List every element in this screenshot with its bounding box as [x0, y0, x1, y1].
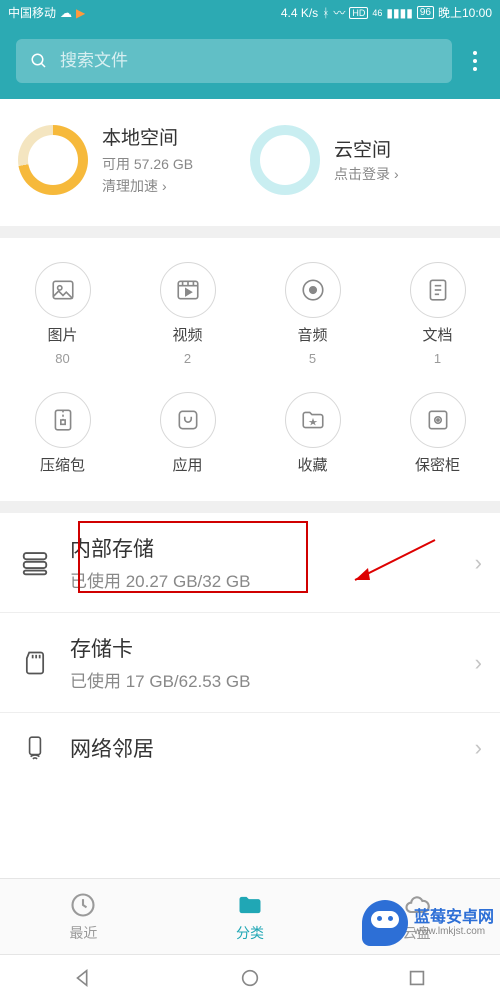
category-safe[interactable]: 保密柜	[375, 392, 500, 475]
cloud-title: 云空间	[334, 135, 399, 162]
video-app-icon: ▶	[76, 6, 85, 20]
hd-icon: HD	[349, 7, 368, 19]
search-area	[0, 25, 500, 99]
tab-category[interactable]: 分类	[167, 879, 334, 954]
storage-summary: 本地空间 可用 57.26 GB 清理加速 › 云空间 点击登录 ›	[0, 99, 500, 238]
tab-recent[interactable]: 最近	[0, 879, 167, 954]
chevron-right-icon: ›	[162, 178, 167, 194]
zip-icon	[50, 407, 76, 433]
weather-icon: ☁	[60, 6, 72, 20]
network-icon	[18, 733, 52, 763]
nav-back-button[interactable]	[72, 967, 94, 989]
category-favorites[interactable]: 收藏	[250, 392, 375, 475]
local-free: 可用 57.26 GB	[102, 154, 193, 174]
search-box[interactable]	[16, 39, 452, 83]
image-icon	[50, 277, 76, 303]
category-docs[interactable]: 文档 1	[375, 262, 500, 366]
chevron-right-icon: ›	[475, 550, 482, 576]
category-apps[interactable]: 应用	[125, 392, 250, 475]
video-icon	[175, 277, 201, 303]
storage-list: 内部存储 已使用 20.27 GB/32 GB › 存储卡 已使用 17 GB/…	[0, 513, 500, 783]
cleanup-link[interactable]: 清理加速 ›	[102, 176, 193, 196]
internal-storage-icon	[18, 548, 52, 578]
category-grid: 图片 80 视频 2 音频 5 文档 1 压缩包 应用 收藏 保密柜	[0, 238, 500, 513]
folder-icon	[236, 891, 264, 919]
net-speed: 4.4 K/s	[281, 6, 318, 20]
app-icon	[175, 407, 201, 433]
chevron-right-icon: ›	[475, 735, 482, 761]
signal-icon: ▮▮▮▮	[386, 6, 412, 20]
category-images[interactable]: 图片 80	[0, 262, 125, 366]
bluetooth-icon: ᚼ	[322, 6, 329, 20]
nav-recent-button[interactable]	[406, 967, 428, 989]
search-input[interactable]	[60, 51, 438, 71]
audio-icon	[300, 277, 326, 303]
chevron-right-icon: ›	[394, 166, 399, 182]
safe-icon	[425, 407, 451, 433]
clock-icon	[69, 891, 97, 919]
internal-storage-row[interactable]: 内部存储 已使用 20.27 GB/32 GB ›	[0, 513, 500, 612]
carrier: 中国移动	[8, 4, 56, 21]
watermark: 蓝莓安卓网 www.lmkjst.com	[362, 900, 494, 946]
clock: 晚上10:00	[438, 4, 492, 21]
signal-4g-icon: 46	[372, 8, 382, 18]
fav-folder-icon	[300, 407, 326, 433]
chevron-right-icon: ›	[475, 650, 482, 676]
doc-icon	[425, 277, 451, 303]
cloud-storage-card[interactable]: 云空间 点击登录 ›	[250, 123, 482, 196]
category-video[interactable]: 视频 2	[125, 262, 250, 366]
cloud-login-link[interactable]: 点击登录 ›	[334, 164, 399, 184]
vibrate-icon: 〰	[333, 4, 345, 21]
watermark-robot-icon	[362, 900, 408, 946]
local-storage-card[interactable]: 本地空间 可用 57.26 GB 清理加速 ›	[18, 123, 250, 196]
nav-home-button[interactable]	[239, 967, 261, 989]
sdcard-row[interactable]: 存储卡 已使用 17 GB/62.53 GB ›	[0, 612, 500, 712]
local-usage-ring-icon	[18, 125, 88, 195]
sdcard-icon	[18, 649, 52, 677]
cloud-usage-ring-icon	[250, 125, 320, 195]
category-audio[interactable]: 音频 5	[250, 262, 375, 366]
category-archives[interactable]: 压缩包	[0, 392, 125, 475]
more-menu-button[interactable]	[466, 51, 484, 71]
system-nav-bar	[0, 954, 500, 1000]
status-bar: 中国移动 ☁ ▶ 4.4 K/s ᚼ 〰 HD 46 ▮▮▮▮ 96 晚上10:…	[0, 0, 500, 25]
local-title: 本地空间	[102, 123, 193, 150]
network-neighborhood-row[interactable]: 网络邻居 ›	[0, 712, 500, 783]
battery-icon: 96	[417, 6, 434, 19]
search-icon	[30, 52, 48, 70]
